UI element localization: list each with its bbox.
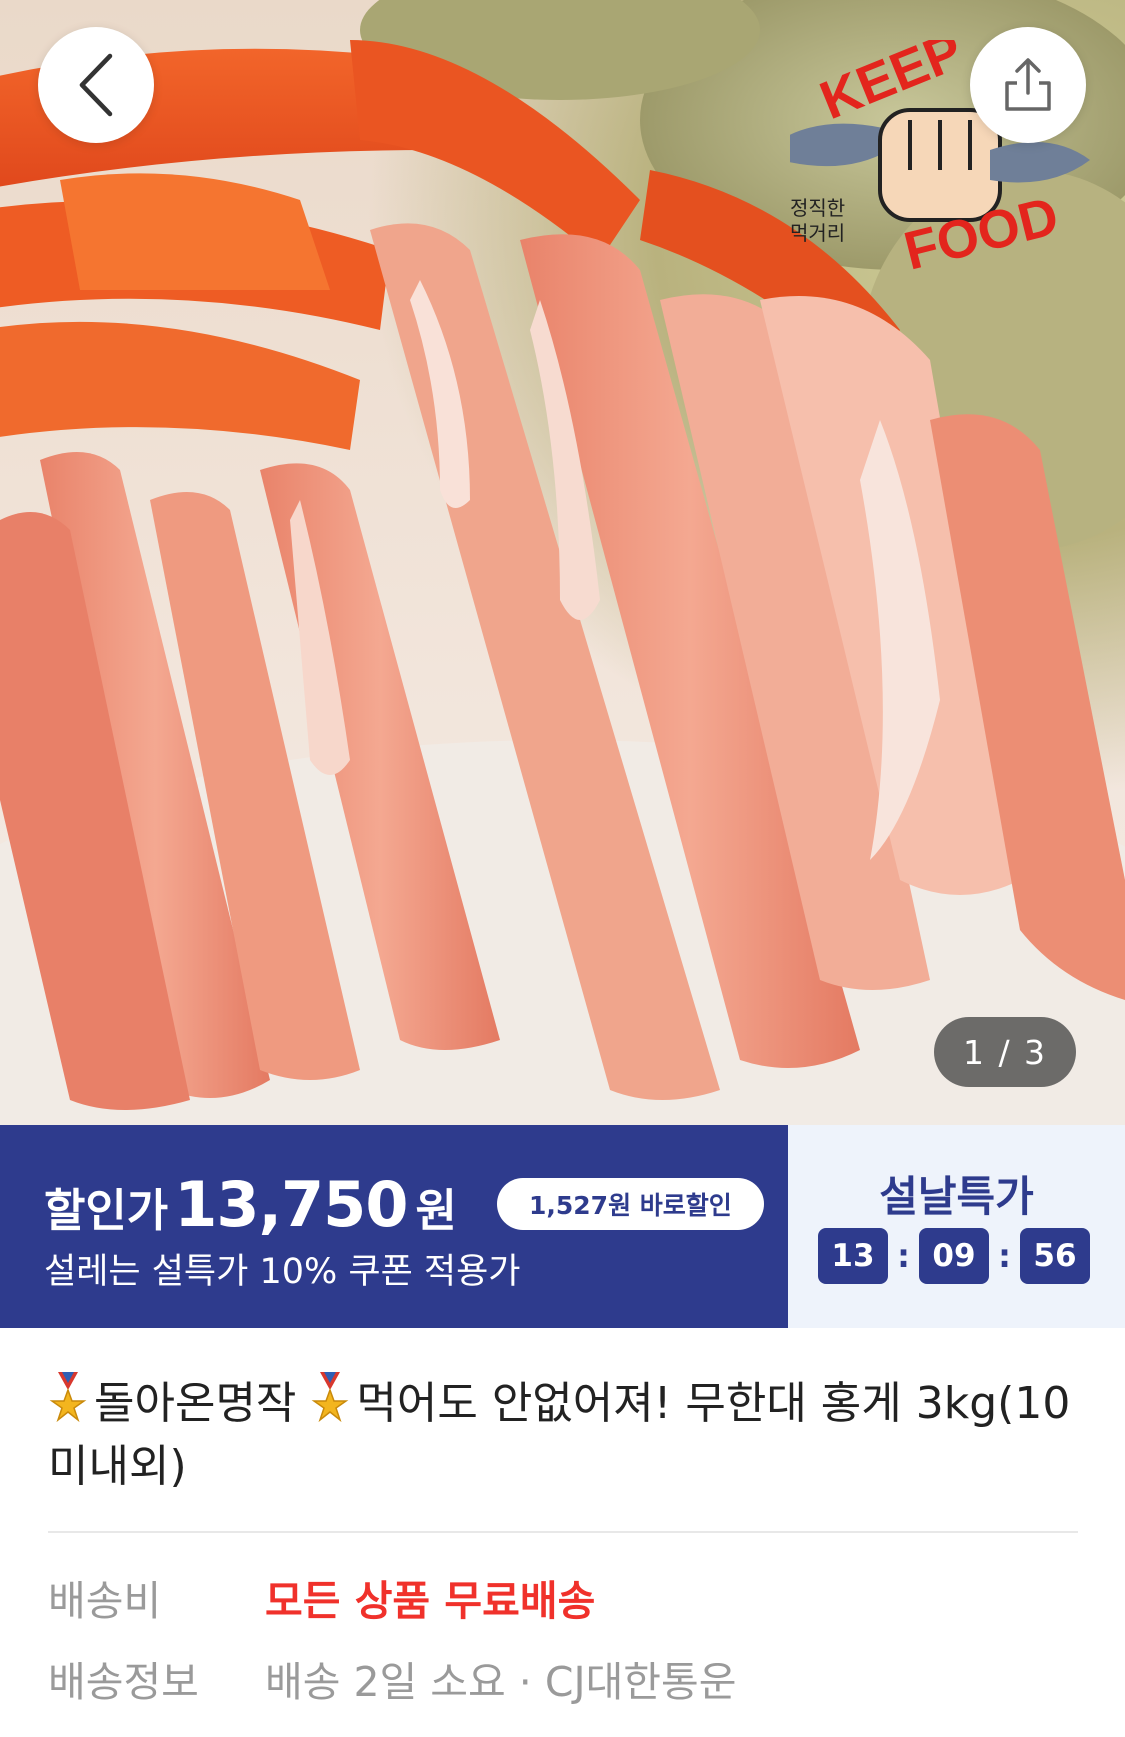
coupon-subtitle: 설레는 설특가 10% 쿠폰 적용가 [44,1252,521,1292]
timer-hours: 13 [818,1228,888,1284]
image-counter: 1 / 3 [934,1017,1076,1087]
product-title: 돌아온명작 먹어도 안없어져! 무한대 홍게 3kg(10미내외) [48,1372,1078,1498]
price-value: 13,750 [174,1168,408,1241]
svg-text:먹거리: 먹거리 [790,221,845,245]
share-icon [1005,58,1051,111]
deal-timer-panel: 설날특가 13 : 09 : 56 [788,1125,1125,1328]
delivery-info-value: 배송 2일 소요 · CJ대한통운 [265,1658,737,1706]
product-image-carousel[interactable]: KEEP 정직한 먹거리 FOOD 1 / 3 [0,0,1125,1125]
back-chevron-icon [79,53,113,117]
discount-price-panel: 할인가 13,750 원 1,527원 바로할인 설레는 설특가 10% 쿠폰 … [0,1125,788,1328]
delivery-info-label: 배송정보 [48,1658,199,1706]
shipping-fee-row: 배송비 모든 상품 무료배송 [48,1567,595,1627]
instant-discount-badge: 1,527원 바로할인 [497,1178,764,1230]
timer-separator: : [897,1237,910,1275]
price-unit: 원 [415,1184,457,1237]
price-line: 할인가 13,750 원 [44,1168,457,1241]
product-title-part1: 돌아온명작 [94,1378,297,1429]
timer-minutes: 09 [919,1228,989,1284]
shipping-fee-value: 모든 상품 무료배송 [265,1577,596,1625]
price-label: 할인가 [44,1184,169,1237]
medal-icon [312,1372,349,1423]
svg-text:정직한: 정직한 [790,196,845,220]
countdown-timer: 13 : 09 : 56 [818,1228,1090,1284]
share-button[interactable] [970,27,1086,143]
timer-seconds: 56 [1020,1228,1090,1284]
back-button[interactable] [38,27,154,143]
price-banner: 할인가 13,750 원 1,527원 바로할인 설레는 설특가 10% 쿠폰 … [0,1125,1125,1328]
timer-separator: : [998,1237,1011,1275]
medal-icon [49,1372,87,1423]
divider [48,1531,1078,1533]
delivery-info-row: 배송정보 배송 2일 소요 · CJ대한통운 [48,1648,736,1708]
deal-title: 설날특가 [879,1172,1034,1221]
shipping-fee-label: 배송비 [48,1577,162,1625]
